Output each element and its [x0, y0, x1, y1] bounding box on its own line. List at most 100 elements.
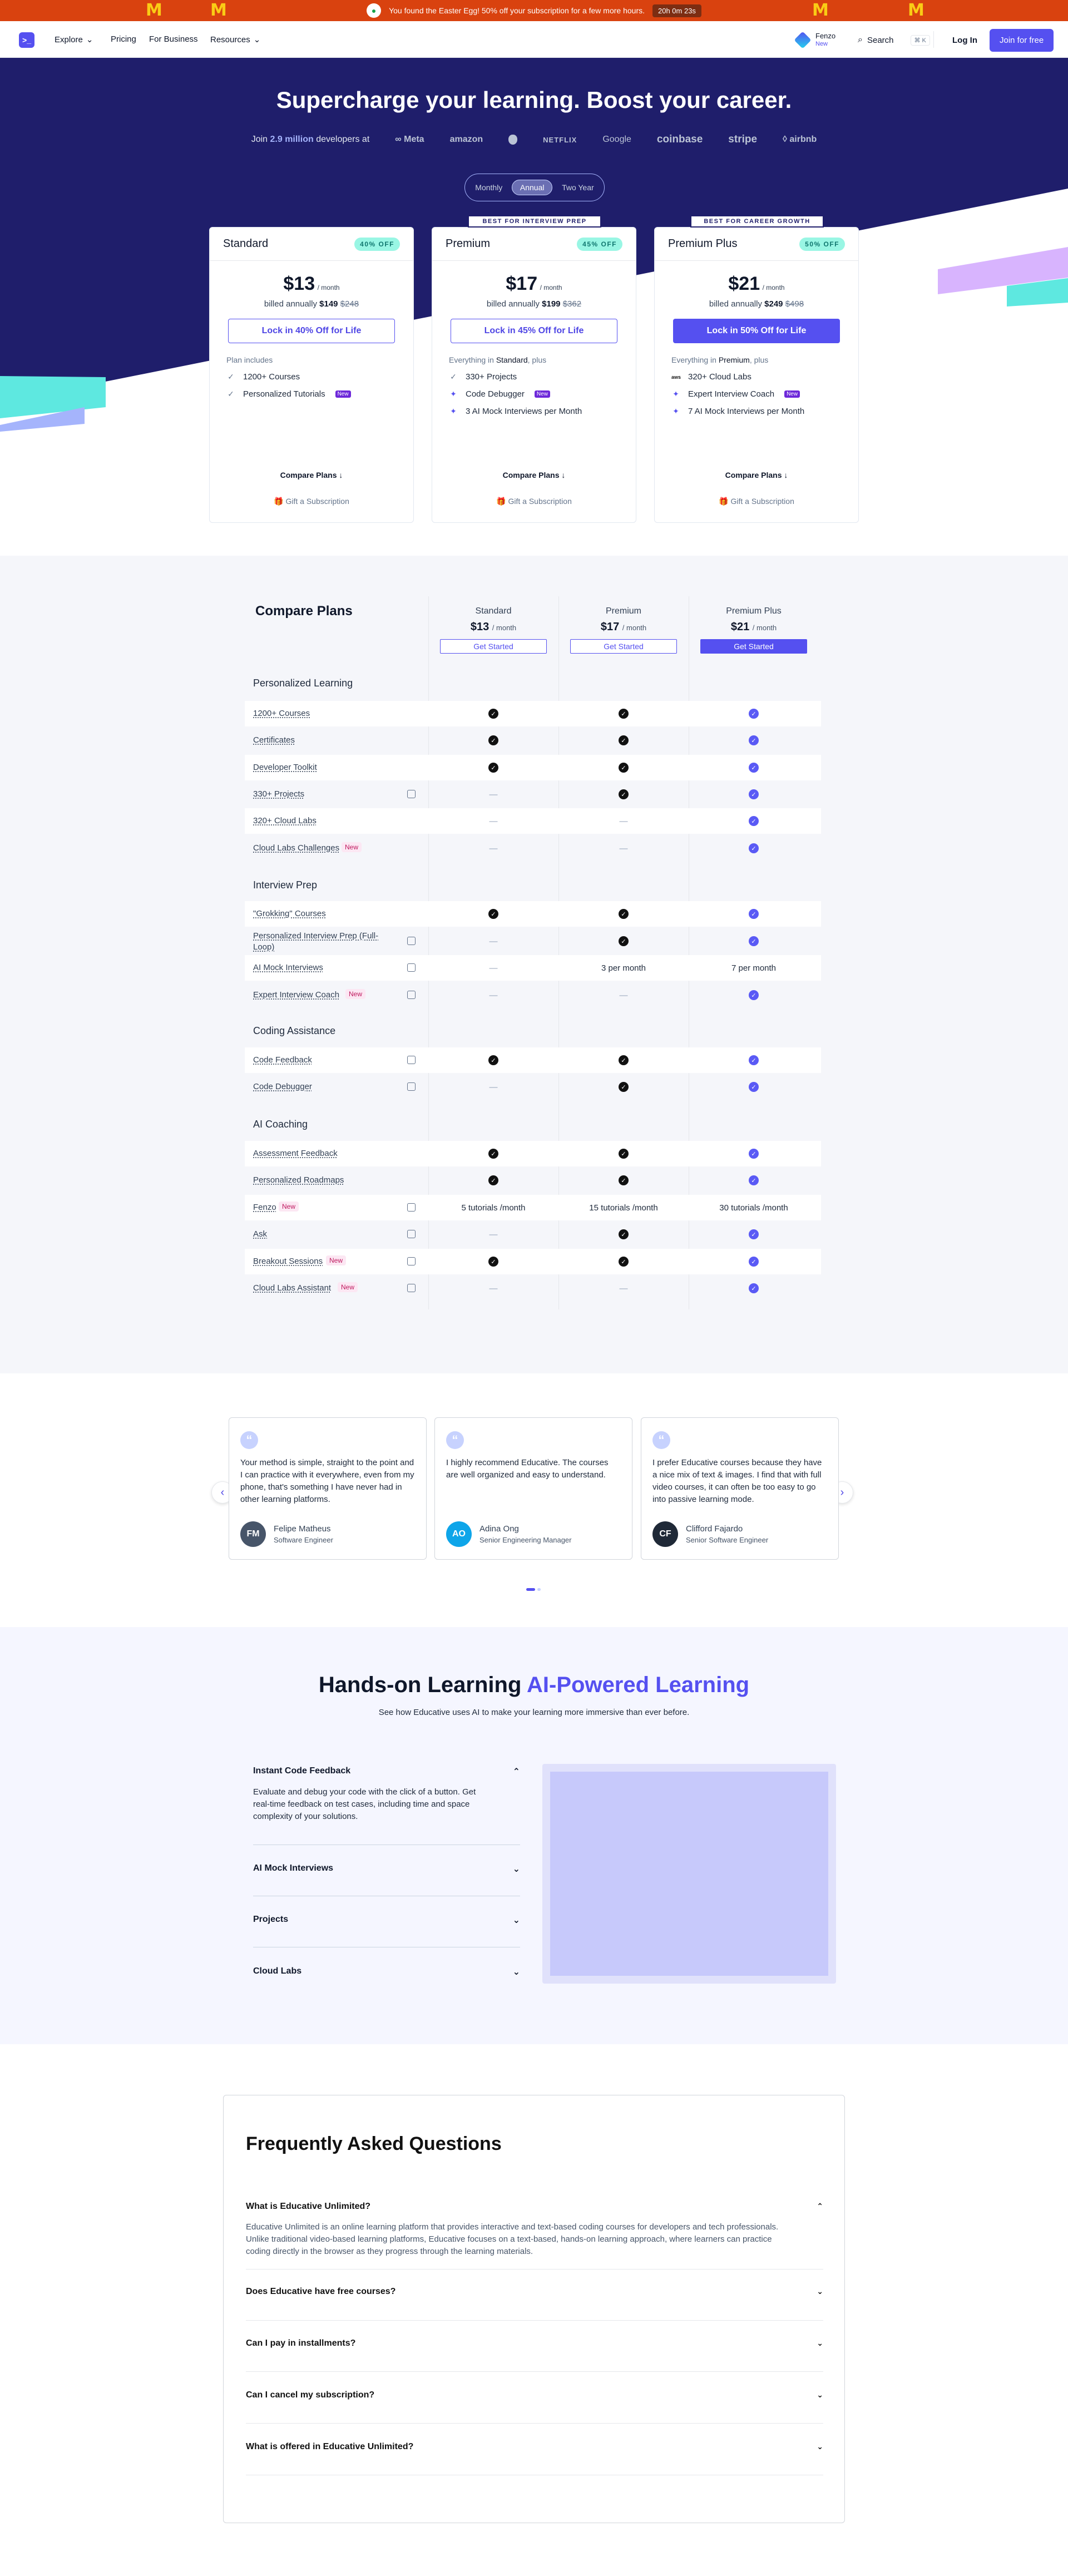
- nav-for-business[interactable]: For Business: [149, 34, 198, 44]
- feature-label[interactable]: Code Feedback: [253, 1055, 312, 1065]
- compare-cell: ✓: [558, 1168, 689, 1193]
- nav-resources[interactable]: Resources ⌄: [210, 34, 260, 45]
- check-circle-icon: ✓: [749, 843, 759, 853]
- faq-question[interactable]: Does Educative have free courses? ⌄: [246, 2287, 823, 2297]
- feature-label[interactable]: Ask: [253, 1229, 267, 1239]
- faq-question[interactable]: Can I pay in installments? ⌄: [246, 2338, 823, 2348]
- compare-cell: ✓: [689, 1222, 819, 1247]
- compare-cell: ✓: [428, 755, 558, 780]
- join-button[interactable]: Join for free: [990, 28, 1054, 52]
- accordion-item-projects[interactable]: Projects ⌄: [253, 1915, 520, 1926]
- lock-in-button[interactable]: Lock in 50% Off for Life: [673, 319, 840, 343]
- plan-feature: ✓ Personalized Tutorials New: [226, 389, 397, 399]
- feature-label[interactable]: "Grokking" Courses: [253, 909, 326, 918]
- faq-question[interactable]: Can I cancel my subscription? ⌄: [246, 2390, 823, 2400]
- feature-label[interactable]: Developer Toolkit: [253, 763, 317, 772]
- golden-arch-icon: M: [812, 1, 829, 20]
- sparkle-icon: ✦: [450, 407, 457, 416]
- fenzo-new-badge: New: [815, 41, 828, 47]
- check-circle-icon: ✓: [619, 1175, 629, 1185]
- feature-label[interactable]: Cloud Labs Challenges: [253, 843, 339, 853]
- compare-cell: —: [489, 1283, 498, 1293]
- feature-label[interactable]: Certificates: [253, 735, 295, 745]
- gift-subscription-link[interactable]: 🎁 Gift a Subscription: [432, 497, 636, 506]
- feature-label[interactable]: Assessment Feedback: [253, 1149, 338, 1158]
- faq-question[interactable]: What is Educative Unlimited? ⌃: [246, 2202, 823, 2212]
- lock-in-button[interactable]: Lock in 45% Off for Life: [451, 319, 617, 343]
- check-icon: ✓: [228, 389, 234, 398]
- feature-label[interactable]: Breakout Sessions: [253, 1257, 323, 1266]
- toggle-monthly[interactable]: Monthly: [475, 183, 502, 192]
- fenzo-icon: [794, 31, 812, 49]
- hero-title: Supercharge your learning. Boost your ca…: [276, 87, 792, 113]
- faq-answer: Educative Unlimited is an online learnin…: [246, 2222, 779, 2256]
- compare-cell: ✓: [558, 928, 689, 954]
- carousel-dot[interactable]: [537, 1588, 541, 1591]
- chevron-down-icon: ⌄: [253, 35, 261, 45]
- compare-plans-link[interactable]: Compare Plans ↓: [655, 471, 858, 479]
- feature-label[interactable]: Expert Interview Coach: [253, 990, 339, 1000]
- check-icon: ✓: [228, 372, 234, 381]
- check-circle-icon: ✓: [749, 1283, 759, 1293]
- nav-pricing[interactable]: Pricing: [111, 34, 136, 44]
- plan-includes: Plan includes: [226, 355, 273, 364]
- gift-icon: 🎁: [496, 497, 506, 506]
- feature-label[interactable]: 320+ Cloud Labs: [253, 816, 317, 825]
- check-circle-icon: ✓: [488, 1055, 498, 1065]
- feature-label[interactable]: Personalized Interview Prep (Full-Loop): [253, 931, 398, 953]
- compare-cell: ✓: [428, 1047, 558, 1073]
- search-button[interactable]: ⌕ Search ⌘ K: [858, 28, 930, 52]
- get-started-button[interactable]: Get Started: [440, 639, 547, 654]
- compare-cell: ✓: [428, 1168, 558, 1193]
- accordion-item-ai-mock-interviews[interactable]: AI Mock Interviews ⌄: [253, 1863, 520, 1875]
- compare-cell: ✓: [558, 1141, 689, 1166]
- check-circle-icon: ✓: [488, 763, 498, 773]
- get-started-button[interactable]: Get Started: [700, 639, 807, 654]
- chevron-down-icon: ⌄: [817, 2390, 823, 2399]
- testimonial-text: Your method is simple, straight to the p…: [240, 1458, 414, 1504]
- feature-label[interactable]: Code Debugger: [253, 1082, 312, 1091]
- lock-in-button[interactable]: Lock in 40% Off for Life: [228, 319, 395, 343]
- compare-row: Personalized Roadmaps ✓ ✓ ✓: [245, 1168, 821, 1193]
- compare-cell: ✓: [558, 755, 689, 780]
- check-circle-icon: ✓: [749, 816, 759, 826]
- chevron-up-icon: ⌃: [512, 1767, 520, 1777]
- billing-toggle[interactable]: Monthly Annual Two Year: [464, 174, 605, 201]
- accordion-item-instant-code-feedback[interactable]: Instant Code Feedback ⌃ Evaluate and debu…: [253, 1766, 520, 1823]
- feature-label[interactable]: 330+ Projects: [253, 789, 304, 799]
- feature-label[interactable]: 1200+ Courses: [253, 709, 310, 718]
- check-circle-icon: ✓: [488, 709, 498, 719]
- gift-subscription-link[interactable]: 🎁 Gift a Subscription: [210, 497, 413, 506]
- nav-explore[interactable]: Explore ⌄: [55, 34, 93, 45]
- copy-icon: [407, 1284, 416, 1292]
- sparkle-icon: ✦: [673, 407, 679, 416]
- check-icon: ✓: [450, 372, 457, 381]
- compare-cell: ✓: [428, 1249, 558, 1274]
- compare-row: Code Feedback ✓ ✓ ✓: [245, 1047, 821, 1073]
- carousel-dot-active[interactable]: [526, 1588, 535, 1591]
- feature-label[interactable]: Fenzo: [253, 1203, 276, 1212]
- get-started-button[interactable]: Get Started: [570, 639, 677, 654]
- check-circle-icon: ✓: [749, 735, 759, 745]
- feature-label[interactable]: Personalized Roadmaps: [253, 1175, 344, 1185]
- toggle-two-year[interactable]: Two Year: [562, 183, 594, 192]
- compare-cell: —: [489, 936, 498, 946]
- login-button[interactable]: Log In: [952, 28, 977, 52]
- toggle-annual[interactable]: Annual: [511, 180, 553, 195]
- faq-question[interactable]: What is offered in Educative Unlimited? ⌄: [246, 2442, 823, 2452]
- compare-row: Personalized Interview Prep (Full-Loop) —…: [245, 928, 821, 954]
- compare-plans-link[interactable]: Compare Plans ↓: [432, 471, 636, 479]
- fenzo-button[interactable]: Fenzo New: [794, 28, 835, 52]
- compare-plans-link[interactable]: Compare Plans ↓: [210, 471, 413, 479]
- compare-cell: ✓: [689, 901, 819, 927]
- gift-subscription-link[interactable]: 🎁 Gift a Subscription: [655, 497, 858, 506]
- new-badge: New: [326, 1255, 347, 1265]
- educative-logo-icon[interactable]: >_: [19, 32, 34, 48]
- avatar: CF: [652, 1521, 678, 1547]
- feature-label[interactable]: Cloud Labs Assistant: [253, 1283, 331, 1293]
- accordion-item-cloud-labs[interactable]: Cloud Labs ⌄: [253, 1966, 520, 1977]
- billed-annually: billed annually $249 $498: [709, 299, 804, 309]
- check-circle-icon: ✓: [488, 1257, 498, 1267]
- feature-label[interactable]: AI Mock Interviews: [253, 963, 323, 972]
- discount-badge: 45% OFF: [577, 237, 622, 251]
